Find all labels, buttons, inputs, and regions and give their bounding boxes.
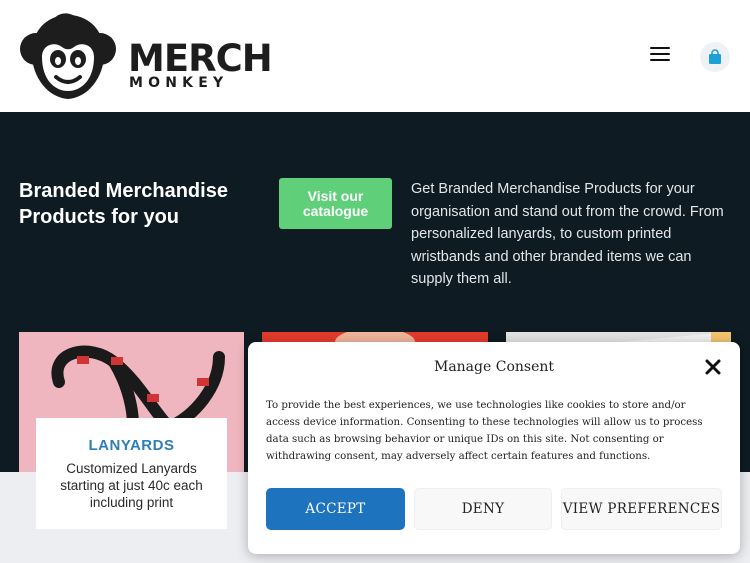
view-preferences-button[interactable]: VIEW PREFERENCES [561, 488, 722, 530]
logo-wordmark-monkey: MONKEY [129, 75, 229, 91]
hero-title: Branded Merchandise Products for you [19, 180, 228, 228]
visit-catalogue-button[interactable]: Visit our catalogue [279, 178, 392, 229]
close-icon[interactable] [703, 357, 723, 377]
hamburger-menu-icon[interactable] [650, 47, 670, 63]
consent-title: Manage Consent [433, 359, 554, 375]
shopping-bag-icon [709, 49, 721, 64]
close-x-glyph [705, 359, 721, 375]
hero-description: Get Branded Merchandise Products for you… [411, 181, 724, 287]
cart-button[interactable] [700, 42, 730, 72]
site-logo[interactable]: MERCH MONKEY [18, 13, 273, 101]
consent-message: To provide the best experiences, we use … [266, 400, 703, 462]
cookie-consent-dialog: Manage Consent To provide the best exper… [248, 342, 740, 554]
lanyards-card-title: LANYARDS [88, 437, 175, 454]
lanyards-card[interactable]: LANYARDS Customized Lanyards starting at… [36, 418, 227, 529]
lanyards-card-description: Customized Lanyards starting at just 40c… [60, 461, 203, 510]
deny-button[interactable]: DENY [414, 488, 552, 530]
logo-wordmark-merch: MERCH [128, 37, 273, 80]
monkey-logo-icon [20, 13, 116, 99]
site-header: MERCH MONKEY [0, 0, 750, 112]
accept-button[interactable]: ACCEPT [266, 488, 405, 530]
